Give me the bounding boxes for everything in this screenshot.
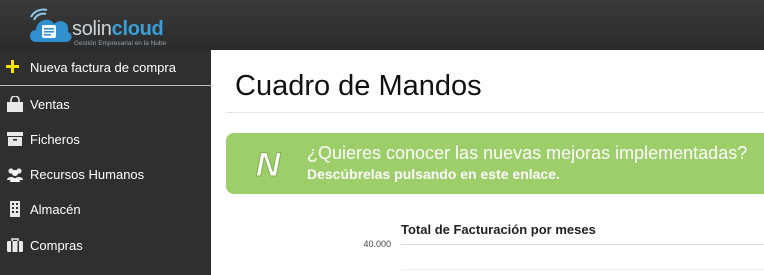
- page-title: Cuadro de Mandos: [235, 70, 482, 102]
- brand-name: solincloud: [72, 18, 164, 40]
- new-purchase-invoice-button[interactable]: Nueva factura de compra: [0, 50, 211, 86]
- brand-name-part1: solin: [72, 18, 112, 40]
- banner-question: ¿Quieres conocer las nuevas mejoras impl…: [307, 143, 748, 163]
- brand-tagline: Gestión Empresarial en la Nube: [74, 40, 167, 47]
- banner-link[interactable]: Descúbrelas pulsando en este enlace.: [307, 166, 560, 182]
- title-divider: [226, 112, 764, 113]
- sidebar-item-almacen[interactable]: Almacén: [0, 192, 211, 227]
- sidebar-item-ventas[interactable]: Ventas: [0, 87, 211, 122]
- shopping-bag-icon: [7, 96, 23, 112]
- sidebar-item-label: Recursos Humanos: [30, 167, 145, 182]
- new-purchase-invoice-label: Nueva factura de compra: [30, 60, 176, 75]
- main-content: Cuadro de Mandos N ¿Quieres conocer las …: [211, 50, 764, 275]
- briefcase-icon: [7, 238, 23, 252]
- new-features-banner[interactable]: N ¿Quieres conocer las nuevas mejoras im…: [226, 133, 764, 194]
- new-features-badge-icon: N: [255, 146, 282, 185]
- chart-gridline: [401, 269, 764, 270]
- sidebar-item-label: Compras: [30, 238, 83, 253]
- people-icon: [7, 168, 23, 182]
- sidebar-item-label: Almacén: [30, 202, 81, 217]
- plus-icon: [6, 60, 19, 73]
- sidebar-item-recursos-humanos[interactable]: Recursos Humanos: [0, 157, 211, 192]
- y-tick-label: 40.000: [363, 239, 391, 249]
- sidebar-item-ficheros[interactable]: Ficheros: [0, 122, 211, 157]
- sidebar-item-compras[interactable]: Compras: [0, 228, 211, 263]
- sidebar: Nueva factura de compra Ventas Ficheros …: [0, 50, 211, 275]
- chart-title: Total de Facturación por meses: [401, 222, 596, 237]
- top-bar: solincloud Gestión Empresarial en la Nub…: [0, 0, 764, 50]
- building-icon: [10, 201, 20, 217]
- sidebar-item-label: Ficheros: [30, 132, 80, 147]
- cloud-logo-icon: [30, 8, 72, 42]
- solincloud-logo[interactable]: solincloud Gestión Empresarial en la Nub…: [26, 5, 176, 47]
- box-icon: [7, 132, 23, 146]
- sidebar-item-label: Ventas: [30, 97, 70, 112]
- chart-gridline: [401, 244, 764, 245]
- brand-name-part2: cloud: [111, 18, 164, 40]
- svg-text:N: N: [256, 146, 282, 184]
